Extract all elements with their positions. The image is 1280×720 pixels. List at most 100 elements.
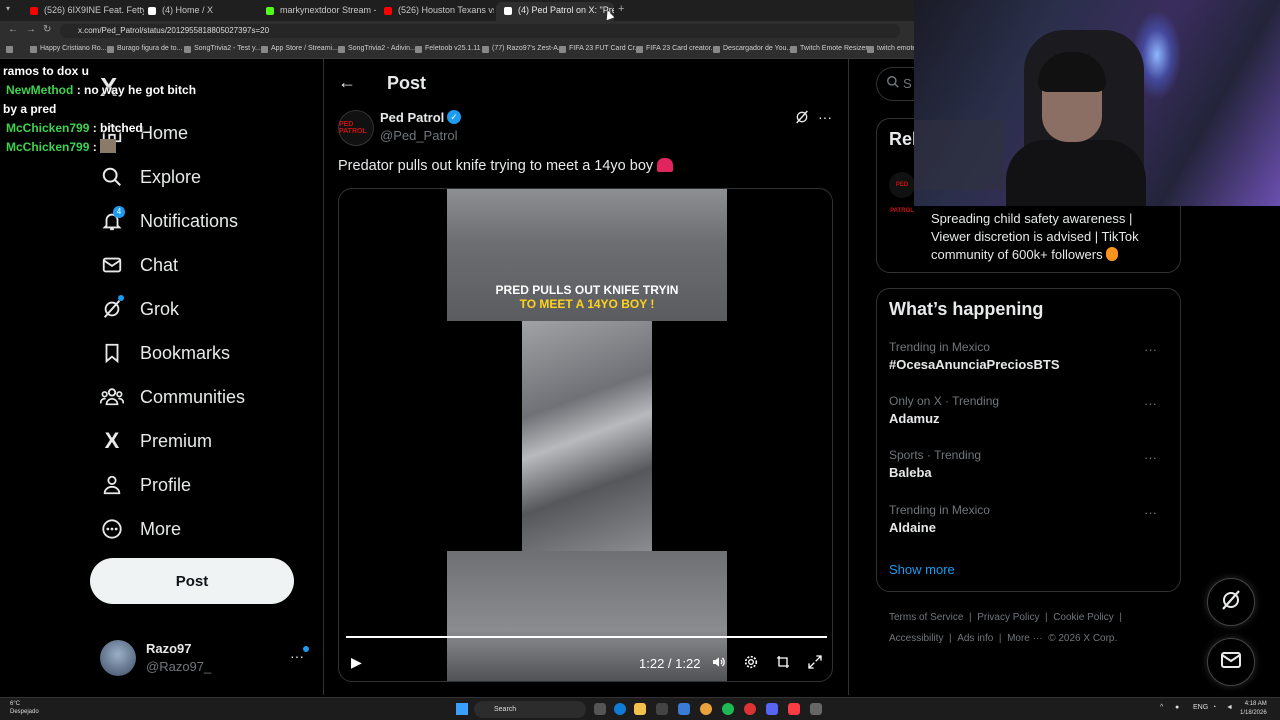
pip-icon[interactable] bbox=[775, 654, 791, 673]
nav-item-more[interactable]: More bbox=[100, 514, 181, 544]
show-more-link[interactable]: Show more bbox=[889, 562, 955, 577]
bookmark-item[interactable]: Feletoob v25.1.11 bbox=[415, 45, 481, 53]
spotify-icon[interactable] bbox=[722, 703, 734, 715]
x-favicon-icon bbox=[148, 7, 156, 15]
messages-floating-button[interactable] bbox=[1207, 638, 1255, 686]
footer-sep: | bbox=[1045, 612, 1048, 623]
music-icon[interactable] bbox=[788, 703, 800, 715]
grok-icon[interactable] bbox=[794, 109, 810, 130]
taskbar-search[interactable]: Search bbox=[474, 701, 586, 718]
tray-chevron-icon[interactable]: ^ bbox=[1160, 704, 1163, 711]
page-title: Post bbox=[387, 73, 427, 93]
store-icon[interactable] bbox=[656, 703, 668, 715]
footer-link[interactable]: Ads info bbox=[957, 633, 993, 644]
footer-link[interactable]: Terms of Service bbox=[889, 612, 963, 623]
nav-item-communities[interactable]: Communities bbox=[100, 382, 245, 412]
play-icon[interactable]: ▶ bbox=[351, 654, 362, 671]
nav-item-profile[interactable]: Profile bbox=[100, 470, 191, 500]
account-switcher[interactable]: Razo97 @Razo97_ ··· bbox=[100, 640, 312, 676]
bookmark-item[interactable]: SongTrivia2 - Test y... bbox=[184, 45, 261, 53]
trend-item[interactable]: Trending in Mexico Aldaine ··· bbox=[889, 503, 1169, 535]
nav-item-notifications[interactable]: 4 Notifications bbox=[100, 206, 238, 236]
chat-user: McChicken799 bbox=[6, 121, 90, 135]
footer-link[interactable]: Accessibility bbox=[889, 633, 943, 644]
bookmark-item[interactable]: (77) Razo97's Zest-A... bbox=[482, 45, 564, 53]
clock-date: 1/18/2026 bbox=[1240, 710, 1267, 716]
nav-item-grok[interactable]: Grok bbox=[100, 294, 179, 324]
task-view-icon[interactable] bbox=[594, 703, 606, 715]
mail-app-icon[interactable] bbox=[678, 703, 690, 715]
trend-item[interactable]: Sports · Trending Baleba ··· bbox=[889, 448, 1169, 480]
chat-text: ramos to dox u bbox=[3, 64, 90, 78]
trend-more-icon[interactable]: ··· bbox=[1144, 450, 1157, 465]
trend-item[interactable]: Trending in Mexico #OcesaAnunciaPreciosB… bbox=[889, 340, 1169, 372]
discord-icon[interactable] bbox=[766, 703, 778, 715]
post-button[interactable]: Post bbox=[90, 558, 294, 604]
footer-link[interactable]: More ··· bbox=[1007, 633, 1043, 644]
video-caption: PRED PULLS OUT KNIFE TRYIN TO MEET A 14Y… bbox=[447, 283, 727, 311]
fullscreen-icon[interactable] bbox=[807, 654, 823, 673]
browser-tab[interactable]: (526) 6IX9INE Feat. Fetty Wap bbox=[22, 2, 144, 21]
trend-more-icon[interactable]: ··· bbox=[1144, 342, 1157, 357]
nav-item-explore[interactable]: Explore bbox=[100, 162, 201, 192]
divider bbox=[848, 59, 849, 695]
back-arrow-icon[interactable]: ← bbox=[8, 24, 18, 35]
browser-tab[interactable]: markynextdoor Stream - Watch bbox=[258, 2, 376, 21]
account-more-icon[interactable]: ··· bbox=[290, 648, 304, 664]
more-circle-icon bbox=[100, 517, 124, 541]
relevant-avatar[interactable]: PED PATROL bbox=[889, 172, 915, 214]
post-more-icon[interactable]: ··· bbox=[818, 109, 832, 125]
bookmark-item[interactable]: Twitch Emote Resizer bbox=[790, 45, 868, 53]
trend-more-icon[interactable]: ··· bbox=[1144, 396, 1157, 411]
bookmark-item[interactable]: Descargador de You... bbox=[713, 45, 792, 53]
video-progress-bar[interactable] bbox=[346, 636, 827, 638]
fire-icon bbox=[1106, 247, 1119, 261]
settings-gear-icon[interactable] bbox=[743, 654, 759, 673]
nav-item-premium[interactable]: X Premium bbox=[100, 426, 212, 456]
browser-tab-active[interactable]: (4) Ped Patrol on X: "Predator p bbox=[496, 2, 614, 21]
bookmark-item[interactable]: FIFA 23 FUT Card Cr... bbox=[559, 45, 640, 53]
footer-link[interactable]: Cookie Policy bbox=[1053, 612, 1114, 623]
volume-icon[interactable] bbox=[711, 654, 727, 673]
file-explorer-icon[interactable] bbox=[634, 703, 646, 715]
reload-icon[interactable]: ↻ bbox=[43, 24, 51, 35]
edge-icon[interactable] bbox=[614, 703, 626, 715]
back-arrow-icon[interactable]: ← bbox=[338, 72, 356, 93]
language-indicator[interactable]: ENG bbox=[1193, 704, 1208, 711]
author-name[interactable]: Ped Patrol bbox=[380, 110, 444, 125]
chat-user: NewMethod bbox=[6, 83, 74, 97]
new-tab-button[interactable]: + bbox=[618, 3, 624, 15]
forward-arrow-icon[interactable]: → bbox=[26, 24, 36, 35]
wifi-icon[interactable]: ◔ bbox=[1212, 704, 1216, 711]
obs-icon[interactable] bbox=[744, 703, 756, 715]
speaker-icon[interactable]: ◄ bbox=[1226, 704, 1233, 711]
bookmark-item[interactable]: SongTrivia2 - Adivin... bbox=[338, 45, 416, 53]
author-avatar[interactable]: PED PATROL bbox=[338, 110, 374, 146]
chrome-icon[interactable] bbox=[700, 703, 712, 715]
tab-title: (4) Home / X bbox=[162, 5, 214, 15]
bookmark-item[interactable]: FIFA 23 Card creator... bbox=[636, 45, 716, 53]
windows-start-icon[interactable] bbox=[456, 703, 468, 715]
system-clock[interactable]: 4:18 AM 1/18/2026 bbox=[1240, 700, 1267, 718]
chat-text: : bbox=[92, 140, 97, 154]
footer-link[interactable]: Privacy Policy bbox=[977, 612, 1039, 623]
mic-icon[interactable]: ● bbox=[1175, 704, 1179, 711]
grok-floating-button[interactable] bbox=[1207, 578, 1255, 626]
weather-widget[interactable]: 6°C Despejado bbox=[10, 700, 39, 716]
browser-tab[interactable]: (4) Home / X bbox=[140, 2, 258, 21]
bookmark-item[interactable]: Burago figura de to... bbox=[107, 45, 182, 53]
app-icon[interactable] bbox=[810, 703, 822, 715]
trend-more-icon[interactable]: ··· bbox=[1144, 505, 1157, 520]
nav-item-bookmarks[interactable]: Bookmarks bbox=[100, 338, 230, 368]
nav-item-chat[interactable]: Chat bbox=[100, 250, 178, 280]
video-player[interactable]: PRED PULLS OUT KNIFE TRYIN TO MEET A 14Y… bbox=[338, 188, 833, 682]
bookmark-item[interactable]: Happy Cristiano Ro... bbox=[30, 45, 107, 53]
tab-list-icon[interactable]: ▾ bbox=[6, 4, 10, 13]
browser-tab[interactable]: (526) Houston Texans vs New E bbox=[376, 2, 494, 21]
trend-name: #OcesaAnunciaPreciosBTS bbox=[889, 357, 1060, 372]
author-handle[interactable]: @Ped_Patrol bbox=[380, 128, 458, 143]
url-field[interactable]: x.com/Ped_Patrol/status/2012955818805027… bbox=[60, 24, 900, 38]
footer-sep: | bbox=[949, 633, 952, 644]
trend-item[interactable]: Only on X · Trending Adamuz ··· bbox=[889, 394, 1169, 426]
bookmark-item[interactable]: App Store / Streami... bbox=[261, 45, 338, 53]
